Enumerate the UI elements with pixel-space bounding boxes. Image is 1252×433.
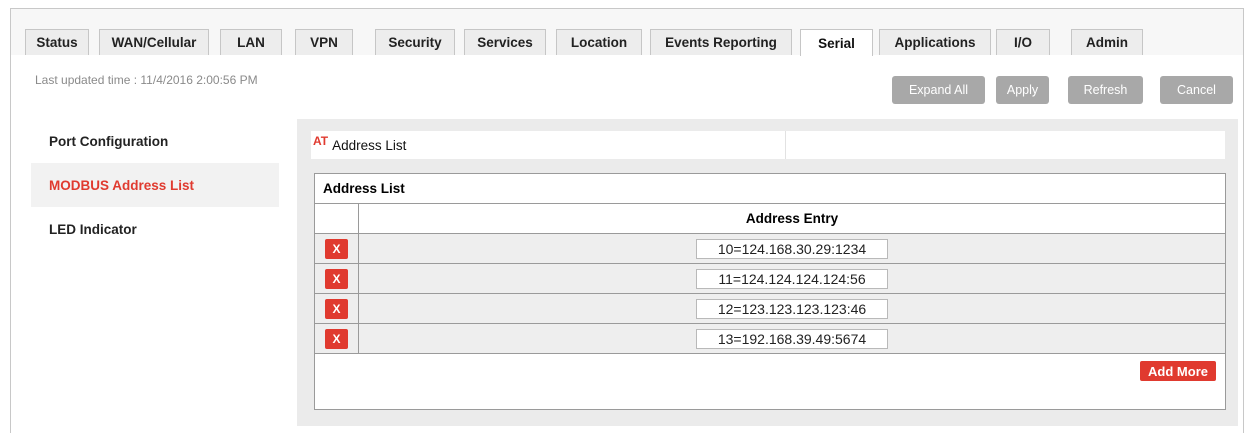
table-row: X <box>315 264 1225 294</box>
tab-events-reporting[interactable]: Events Reporting <box>650 29 792 55</box>
header-blank-cell <box>315 204 359 233</box>
tab-vpn[interactable]: VPN <box>295 29 353 55</box>
address-entry-input[interactable] <box>696 238 888 259</box>
table-footer: Add More <box>315 354 1225 386</box>
address-list-table: Address List Address Entry X X <box>314 173 1226 410</box>
sidebar-item-modbus-address-list[interactable]: MODBUS Address List <box>31 163 279 207</box>
delete-row-button[interactable]: X <box>325 328 348 349</box>
tab-bar: Status WAN/Cellular LAN VPN Security Ser… <box>11 9 1243 56</box>
address-entry-input[interactable] <box>696 328 888 349</box>
sidebar-item-port-configuration[interactable]: Port Configuration <box>31 119 279 163</box>
tab-location[interactable]: Location <box>556 29 642 55</box>
table-title: Address List <box>315 174 1225 204</box>
tab-applications[interactable]: Applications <box>879 29 991 55</box>
app-frame: Status WAN/Cellular LAN VPN Security Ser… <box>10 8 1244 433</box>
tab-wan-cellular[interactable]: WAN/Cellular <box>99 29 209 55</box>
sidebar: Port Configuration MODBUS Address List L… <box>31 119 279 251</box>
delete-cell: X <box>315 234 359 263</box>
last-updated-text: Last updated time : 11/4/2016 2:00:56 PM <box>35 73 258 87</box>
address-cell <box>359 294 1225 323</box>
delete-row-button[interactable]: X <box>325 268 348 289</box>
add-more-button[interactable]: Add More <box>1140 361 1216 381</box>
address-cell <box>359 264 1225 293</box>
delete-row-button[interactable]: X <box>325 238 348 259</box>
section-title: Address List <box>332 137 407 153</box>
tab-services[interactable]: Services <box>464 29 546 55</box>
cancel-button[interactable]: Cancel <box>1160 76 1233 104</box>
at-header-row: AT Address List <box>311 131 1225 159</box>
expand-all-button[interactable]: Expand All <box>892 76 985 104</box>
address-cell <box>359 324 1225 353</box>
at-badge: AT <box>313 134 329 148</box>
tab-serial[interactable]: Serial <box>800 29 873 56</box>
table-row: X <box>315 324 1225 354</box>
apply-button[interactable]: Apply <box>996 76 1049 104</box>
delete-cell: X <box>315 324 359 353</box>
tab-admin[interactable]: Admin <box>1071 29 1143 55</box>
sidebar-item-led-indicator[interactable]: LED Indicator <box>31 207 279 251</box>
table-row: X <box>315 294 1225 324</box>
delete-cell: X <box>315 264 359 293</box>
address-entry-input[interactable] <box>696 298 888 319</box>
tab-security[interactable]: Security <box>375 29 455 55</box>
address-cell <box>359 234 1225 263</box>
content-panel: AT Address List Address List Address Ent… <box>297 119 1238 426</box>
table-row: X <box>315 234 1225 264</box>
delete-cell: X <box>315 294 359 323</box>
tab-lan[interactable]: LAN <box>220 29 282 55</box>
tab-io[interactable]: I/O <box>996 29 1050 55</box>
table-header-row: Address Entry <box>315 204 1225 234</box>
divider <box>785 131 786 159</box>
delete-row-button[interactable]: X <box>325 298 348 319</box>
refresh-button[interactable]: Refresh <box>1068 76 1143 104</box>
tab-status[interactable]: Status <box>25 29 89 55</box>
address-entry-input[interactable] <box>696 268 888 289</box>
column-header-address-entry: Address Entry <box>745 211 839 226</box>
